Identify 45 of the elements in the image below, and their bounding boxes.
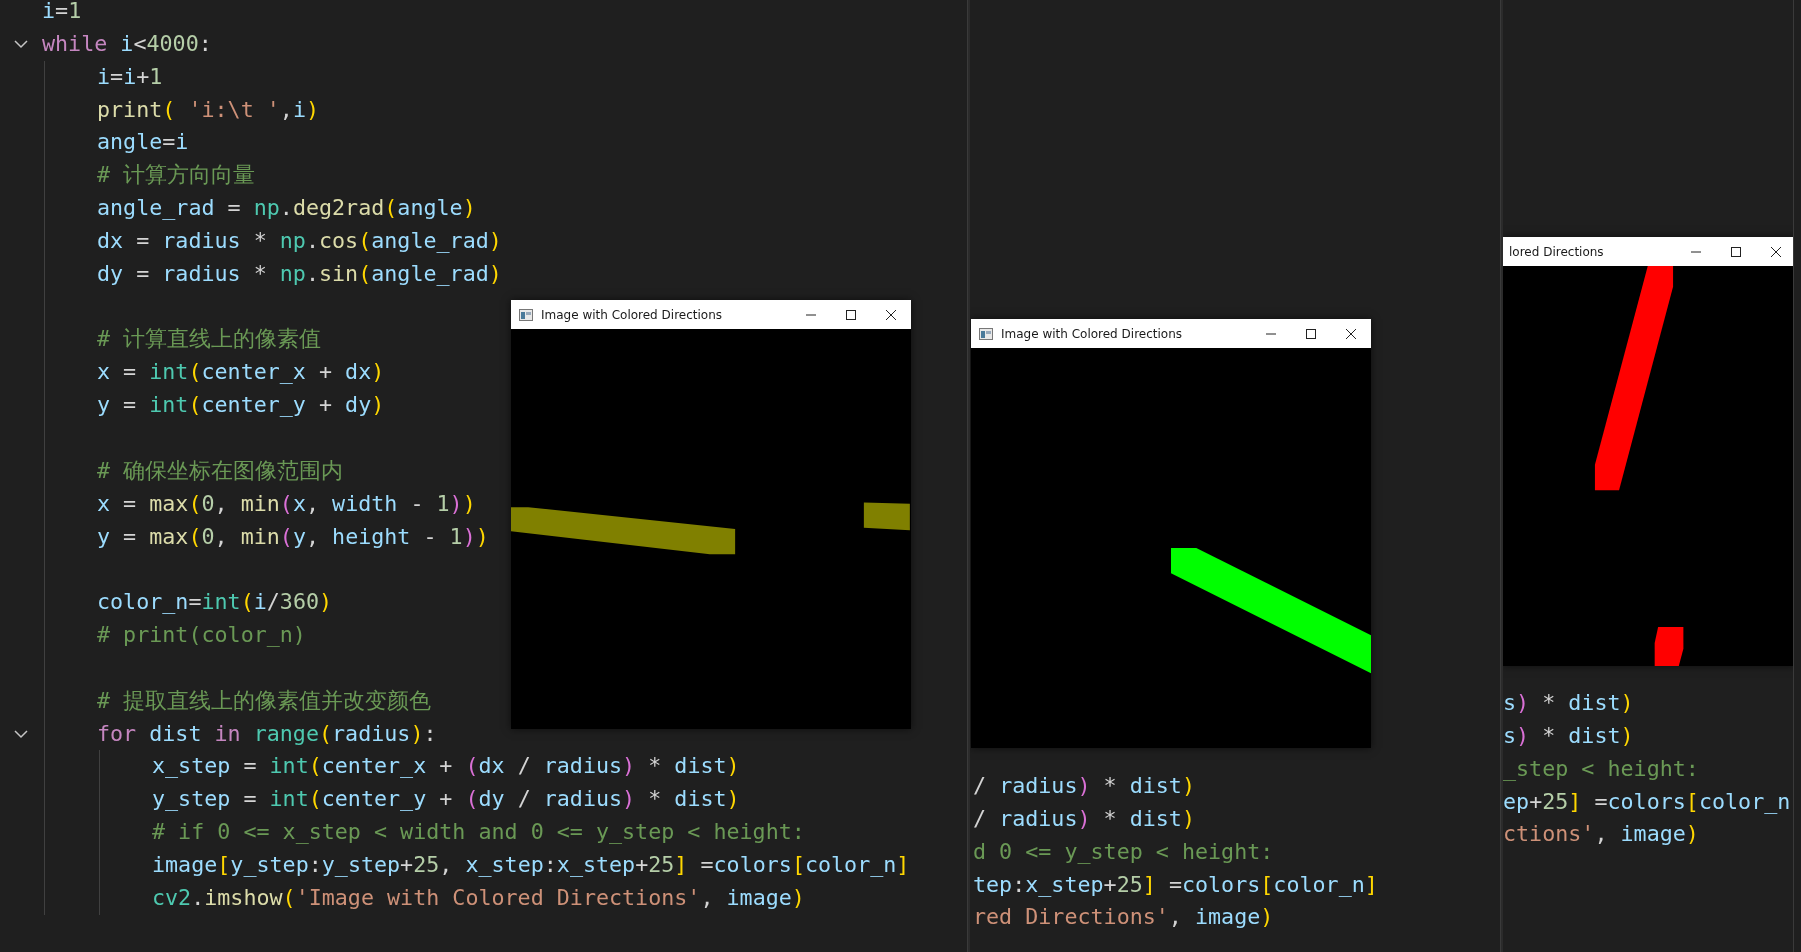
window-title: Image with Colored Directions xyxy=(541,307,723,322)
code-line: y_step = int(center_y + (dy / radius) * dist) xyxy=(152,785,740,814)
code-line: # 确保坐标在图像范围内 xyxy=(97,456,344,485)
code-line: for dist in range(radius): xyxy=(97,719,437,748)
code-line: / radius) * dist) xyxy=(973,772,1195,800)
code-line: x_step = int(center_x + (dx / radius) * dist) xyxy=(152,752,740,781)
close-icon xyxy=(885,308,897,321)
app-icon xyxy=(979,327,993,340)
window-title: Image with Colored Directions xyxy=(1001,326,1183,341)
maximize-icon xyxy=(845,308,857,321)
code-line: # if 0 <= x_step < width and 0 <= y_step < height: xyxy=(152,818,805,847)
close-icon xyxy=(1770,245,1782,258)
code-line: dx = radius * np.cos(angle_rad) xyxy=(97,226,502,255)
code-line: # 计算直线上的像素值 xyxy=(97,325,322,354)
code-line: cv2.imshow('Image with Colored Directions', image) xyxy=(152,883,805,912)
maximize-icon xyxy=(1730,245,1742,258)
code-line: color_n=int(i/360) xyxy=(97,588,333,617)
code-line: red Directions', image) xyxy=(973,903,1274,932)
code-line: _step < height: xyxy=(1503,754,1699,783)
code-line: angle=i xyxy=(97,128,189,157)
code-line: while i<4000: xyxy=(42,29,212,58)
code-line: angle_rad = np.deg2rad(angle) xyxy=(97,194,476,223)
code-line: # print(color_n) xyxy=(97,621,306,650)
code-line: s) * dist) xyxy=(1503,721,1634,750)
code-line: print( 'i:\t ',i) xyxy=(97,95,319,124)
window-title: lored Directions xyxy=(1508,244,1605,259)
code-line: tep:x_step+25] =colors[color_n] xyxy=(973,870,1378,899)
code-line: dy = radius * np.sin(angle_rad) xyxy=(97,259,502,288)
close-icon xyxy=(1345,327,1357,340)
code-line: image[y_step:y_step+25, x_step:x_step+25] =colors[color_n] xyxy=(152,850,910,879)
code-line: ctions', image) xyxy=(1503,820,1699,849)
code-line: x = int(center_x + dx) xyxy=(97,358,385,387)
code-line: i=i+1 xyxy=(97,62,163,91)
code-line: s) * dist) xyxy=(1503,689,1634,717)
code-line: i=1 xyxy=(42,0,82,25)
maximize-icon xyxy=(1305,327,1317,340)
code-line: ep+25] =colors[color_n xyxy=(1503,787,1791,816)
code-line: y = max(0, min(y, height - 1)) xyxy=(97,522,489,551)
code-line: / radius) * dist) xyxy=(973,804,1195,833)
code-line: # 计算方向向量 xyxy=(97,161,256,190)
code-line: x = max(0, min(x, width - 1)) xyxy=(97,489,476,518)
code-line: # 提取直线上的像素值并改变颜色 xyxy=(97,686,432,715)
code-line: y = int(center_y + dy) xyxy=(97,391,385,420)
app-icon xyxy=(519,308,533,321)
code-line: d 0 <= y_step < height: xyxy=(973,837,1274,866)
